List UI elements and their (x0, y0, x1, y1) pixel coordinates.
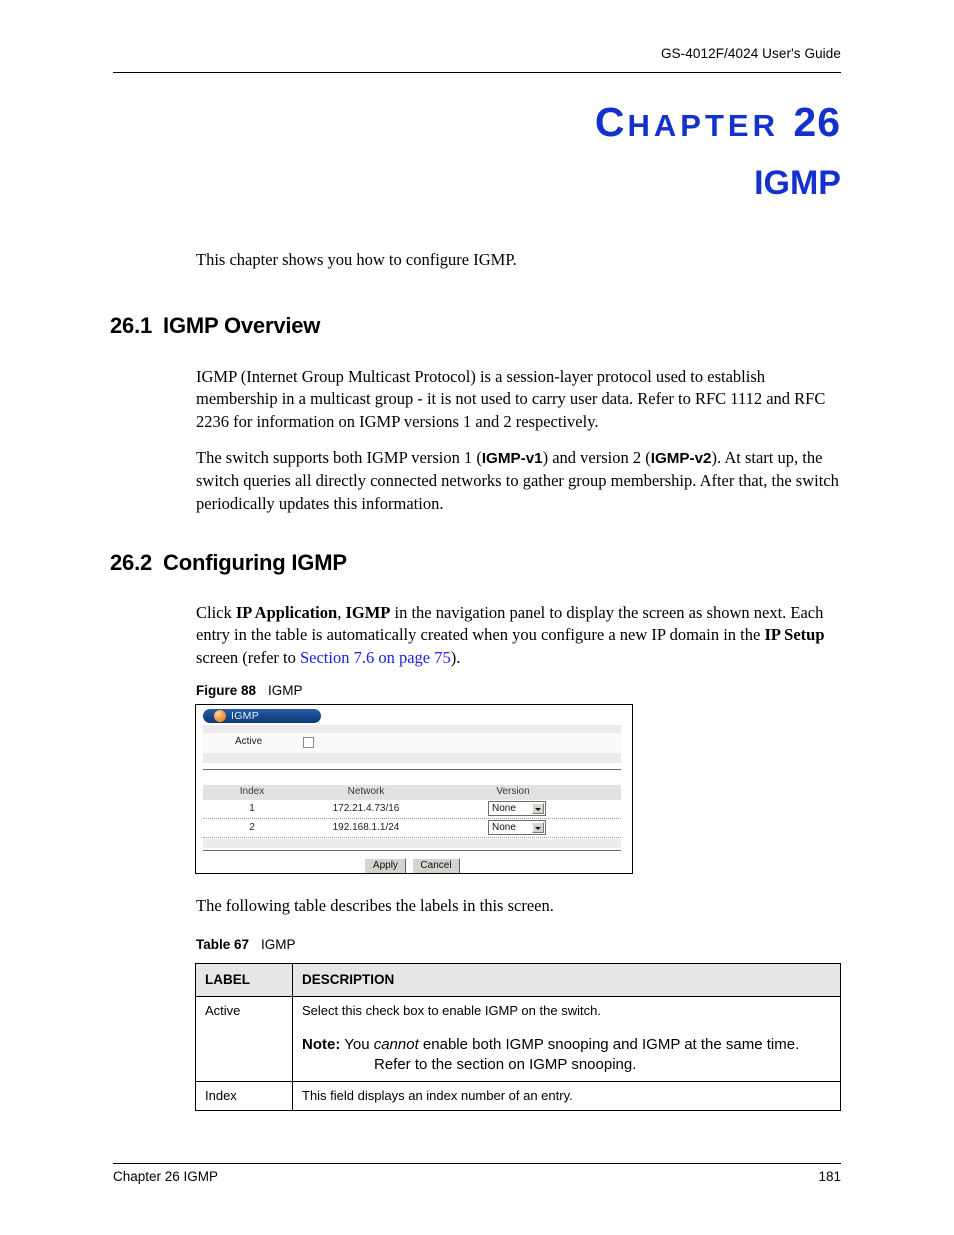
heading-number: 26.2 (110, 550, 153, 575)
cancel-button[interactable]: Cancel (412, 858, 460, 873)
term-ip-setup: IP Setup (764, 625, 825, 645)
column-header-version: Version (496, 786, 530, 797)
screenshot-divider-bottom (203, 850, 621, 851)
table-row: Active Select this check box to enable I… (195, 996, 841, 1082)
column-header-label: LABEL (195, 963, 293, 997)
heading-igmp-overview: 26.1 IGMP Overview (110, 313, 320, 339)
active-label: Active (235, 736, 263, 747)
figure-caption: Figure 88 IGMP (196, 683, 303, 698)
note-block: Note: You cannot enable both IGMP snoopi… (302, 1035, 833, 1075)
apply-button[interactable]: Apply (364, 858, 407, 873)
chevron-down-icon[interactable] (532, 822, 544, 833)
config-part-a: Click (196, 603, 236, 622)
overview-p2-part-c: ) and version 2 ( (542, 448, 651, 467)
screenshot-strip-top (203, 725, 621, 733)
table-caption-text: IGMP (261, 937, 296, 952)
term-igmp-v2: IGMP-v2 (650, 450, 712, 467)
term-igmp: IGMP (345, 603, 391, 622)
footer-page-number: 181 (818, 1169, 841, 1184)
table-caption: Table 67 IGMP (196, 937, 296, 952)
cross-reference-link[interactable]: Section 7.6 on page 75 (300, 648, 451, 667)
cell-label: Index (195, 1081, 293, 1111)
column-header-network: Network (347, 786, 385, 797)
figure-caption-label: Figure 88 (196, 683, 257, 698)
chapter-label-line: CHAPTER 26 (113, 98, 841, 150)
table-row: 2 192.168.1.1/24 None (203, 819, 621, 838)
heading-text: Configuring IGMP (163, 550, 347, 575)
column-header-description: DESCRIPTION (292, 963, 841, 997)
screenshot-active-row: Active (203, 733, 621, 753)
orange-sphere-icon (214, 710, 226, 722)
config-part-g: screen (refer to (196, 647, 300, 667)
column-header-index: Index (239, 786, 265, 797)
cell-network: 172.21.4.73/16 (332, 803, 400, 814)
paragraph-overview-2: The switch supports both IGMP version 1 … (196, 447, 846, 515)
heading-configuring-igmp: 26.2 Configuring IGMP (110, 550, 347, 576)
version-dropdown[interactable]: None (488, 820, 546, 835)
screenshot-strip-bottom (203, 839, 621, 848)
table-caption-label: Table 67 (196, 937, 250, 952)
figure-caption-text: IGMP (268, 683, 303, 698)
note-keyword: Note: (302, 1036, 341, 1053)
version-dropdown-value: None (492, 822, 516, 833)
chapter-label-rest: HAPTER (627, 108, 779, 143)
heading-text: IGMP Overview (163, 313, 321, 338)
chapter-label-first: C (594, 99, 628, 145)
screenshot-window-title: IGMP (231, 710, 260, 722)
label-description-table: LABEL DESCRIPTION Active Select this che… (195, 963, 841, 1111)
note-text-before: You (340, 1036, 374, 1053)
chapter-title-block: CHAPTER 26 IGMP (113, 98, 841, 204)
cell-network: 192.168.1.1/24 (332, 822, 400, 833)
note-text-after: enable both IGMP snooping and IGMP at th… (374, 1036, 800, 1073)
config-part-h: ). (450, 647, 461, 667)
description-text: Select this check box to enable IGMP on … (302, 1003, 601, 1018)
table-intro-paragraph: The following table describes the labels… (196, 896, 554, 915)
screenshot-content: IGMP Active Index Network Version 1 172.… (201, 709, 627, 873)
screenshot-network-table: Index Network Version 1 172.21.4.73/16 N… (203, 785, 621, 838)
header-divider (113, 72, 841, 73)
table-row: Index This field displays an index numbe… (195, 1081, 841, 1111)
note-emphasis: cannot (373, 1036, 419, 1053)
cell-description: This field displays an index number of a… (292, 1081, 841, 1111)
cell-index: 1 (249, 803, 255, 814)
chapter-number: 26 (793, 99, 841, 145)
overview-p2-part-a: The switch supports both IGMP version 1 … (196, 448, 482, 467)
page-footer: Chapter 26 IGMP 181 (113, 1169, 841, 1184)
screenshot-strip-below-active (203, 753, 621, 763)
paragraph-configuring: Click IP Application, IGMP in the naviga… (196, 602, 846, 669)
paragraph-overview-1: IGMP (Internet Group Multicast Protocol)… (196, 367, 826, 431)
cell-label: Active (195, 996, 293, 1082)
footer-chapter-label: Chapter 26 IGMP (113, 1169, 219, 1184)
footer-divider (113, 1163, 841, 1164)
document-page: GS-4012F/4024 User's Guide CHAPTER 26 IG… (0, 0, 954, 1235)
chapter-intro-paragraph: This chapter shows you how to configure … (196, 250, 517, 269)
running-header: GS-4012F/4024 User's Guide (660, 46, 841, 61)
figure-screenshot-igmp: IGMP Active Index Network Version 1 172.… (195, 704, 633, 874)
screenshot-button-bar: Apply Cancel (203, 855, 621, 873)
version-dropdown-value: None (492, 803, 516, 814)
screenshot-table-header-row: Index Network Version (203, 785, 621, 800)
screenshot-divider-top (203, 769, 621, 770)
table-row: 1 172.21.4.73/16 None (203, 800, 621, 819)
cell-description: Select this check box to enable IGMP on … (292, 996, 841, 1082)
heading-number: 26.1 (110, 313, 153, 338)
cell-index: 2 (249, 822, 255, 833)
active-checkbox[interactable] (303, 737, 314, 748)
term-igmp-v1: IGMP-v1 (481, 450, 543, 467)
chevron-down-icon[interactable] (532, 803, 544, 814)
version-dropdown[interactable]: None (488, 801, 546, 816)
chapter-name: IGMP (754, 164, 841, 202)
term-ip-application: IP Application (235, 603, 338, 622)
table-header-row: LABEL DESCRIPTION (195, 963, 841, 997)
